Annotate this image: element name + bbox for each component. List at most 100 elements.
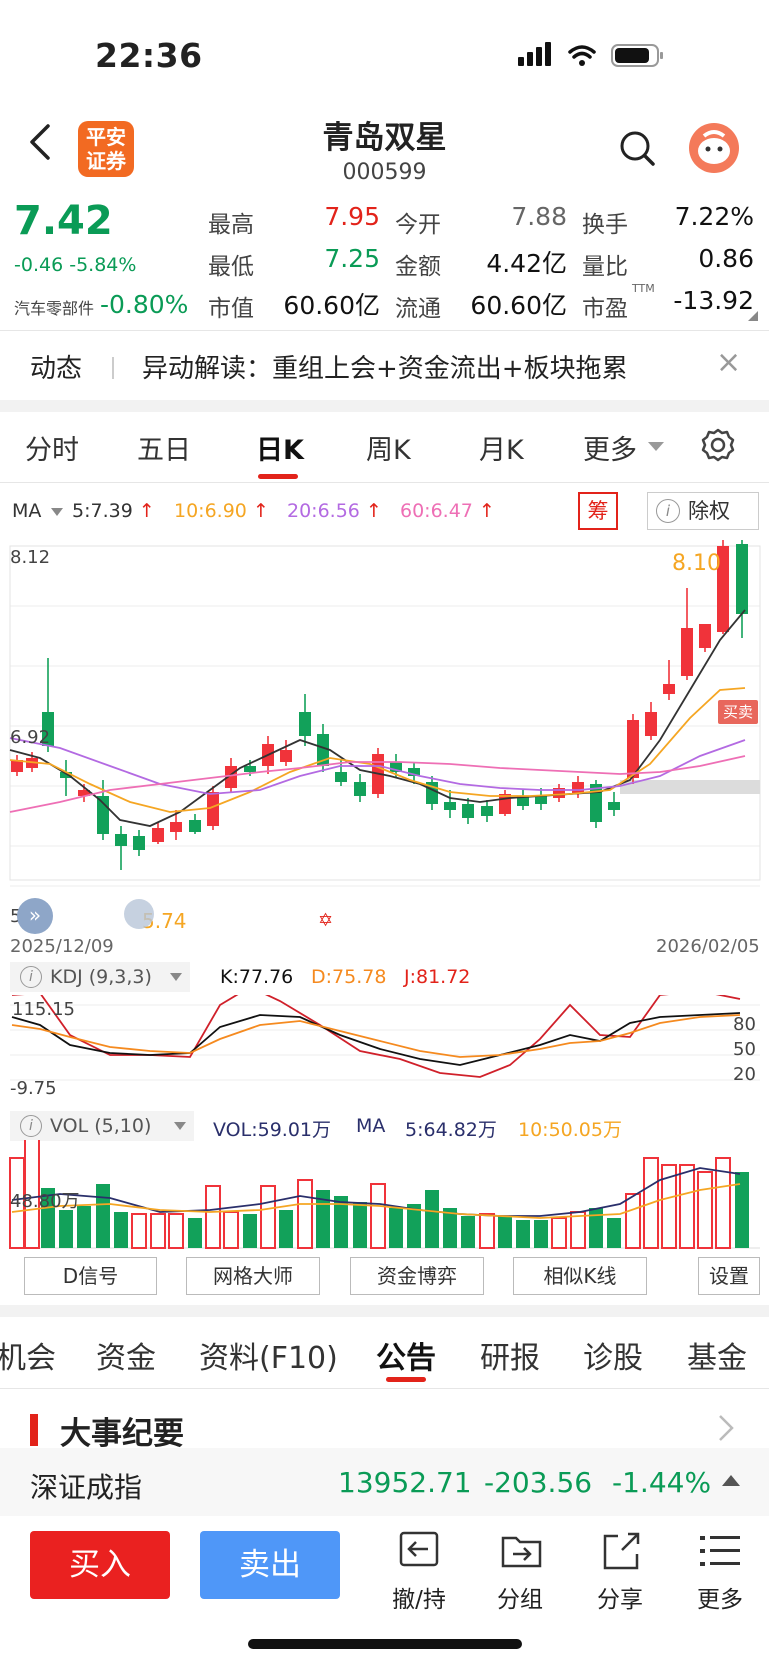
- vol-value: VOL:59.01万: [213, 1119, 331, 1141]
- volume-bar: [59, 1210, 73, 1248]
- tab-research[interactable]: 研报: [480, 1333, 540, 1377]
- kdj-label[interactable]: KDJ (9,3,3): [50, 966, 152, 988]
- kdj-chart[interactable]: [0, 995, 769, 1105]
- float-cap-value: 60.60亿: [470, 291, 567, 320]
- tab-funds[interactable]: 资金: [96, 1333, 156, 1377]
- kdj-k: K:77.76: [220, 966, 294, 988]
- volume-bar: [188, 1218, 202, 1248]
- more-menu-icon[interactable]: [700, 1532, 740, 1570]
- cancel-hold-icon[interactable]: [398, 1530, 442, 1572]
- tab-daily-k[interactable]: 日K: [256, 428, 304, 467]
- index-name[interactable]: 深证成指: [30, 1466, 142, 1506]
- tab-diagnosis[interactable]: 诊股: [583, 1333, 643, 1377]
- buy-button[interactable]: 买入: [30, 1531, 170, 1599]
- index-change-pct: -1.44%: [612, 1466, 712, 1499]
- divider: [0, 330, 769, 331]
- sell-button[interactable]: 卖出: [200, 1531, 340, 1599]
- similar-kline-button[interactable]: 相似K线: [513, 1257, 647, 1295]
- tab-weekly-k[interactable]: 周K: [366, 428, 411, 467]
- d-signal-button[interactable]: D信号: [24, 1257, 157, 1295]
- sector-change[interactable]: -0.80%: [100, 290, 188, 319]
- candle-body: [244, 766, 256, 772]
- volume-bar: [534, 1220, 548, 1248]
- volume-bar: [697, 1171, 713, 1249]
- volume-bar: [570, 1211, 586, 1249]
- star-marker-icon[interactable]: ✡: [318, 910, 333, 931]
- tab-announcements[interactable]: 公告: [376, 1333, 436, 1377]
- share-label[interactable]: 分享: [580, 1580, 660, 1614]
- tab-more[interactable]: 更多: [583, 428, 637, 467]
- volume-chart[interactable]: [0, 1140, 769, 1250]
- chip-distribution-button[interactable]: 筹: [578, 492, 618, 530]
- tab-opportunity[interactable]: 机会: [0, 1333, 56, 1377]
- volume-bar: [223, 1211, 239, 1249]
- expand-left-icon[interactable]: »: [17, 898, 53, 934]
- volume-bar: [353, 1202, 367, 1248]
- share-icon[interactable]: [600, 1530, 644, 1572]
- tab-monthly-k[interactable]: 月K: [479, 428, 524, 467]
- search-icon[interactable]: [617, 128, 657, 168]
- candle-body: [280, 750, 292, 762]
- active-tab-indicator: [386, 1377, 426, 1382]
- expand-corner-icon[interactable]: [748, 311, 758, 321]
- current-price: 7.42: [14, 198, 113, 244]
- cancel-hold-label[interactable]: 撤/持: [379, 1580, 459, 1614]
- divider: [0, 482, 769, 483]
- candle-body: [170, 822, 182, 832]
- buy-sell-tag[interactable]: 买卖: [718, 700, 758, 724]
- settings-button[interactable]: 设置: [698, 1257, 760, 1295]
- candlestick-chart[interactable]: [0, 540, 769, 940]
- active-tab-indicator: [258, 474, 298, 479]
- section-title[interactable]: 大事纪要: [60, 1408, 184, 1453]
- tab-five-day[interactable]: 五日: [137, 428, 191, 467]
- home-indicator[interactable]: [248, 1639, 522, 1649]
- y-axis-mid: 6.92: [10, 727, 51, 748]
- candle-body: [462, 804, 474, 818]
- grid-master-button[interactable]: 网格大师: [186, 1257, 320, 1295]
- section-gap: [0, 400, 769, 412]
- kdj-level-50: 50: [733, 1039, 756, 1060]
- divider: [0, 1388, 769, 1389]
- candle-body: [354, 782, 366, 796]
- volume-bar: [297, 1179, 313, 1249]
- vol-axis-label: 48.80万: [10, 1191, 80, 1212]
- status-icons: [518, 42, 663, 67]
- float-cap-label: 流通: [395, 296, 441, 322]
- close-icon[interactable]: ×: [716, 345, 741, 380]
- fund-game-button[interactable]: 资金博弈: [350, 1257, 484, 1295]
- chevron-down-icon[interactable]: [174, 1122, 186, 1131]
- ma-dropdown-icon[interactable]: [51, 508, 63, 517]
- high-marker-label: 8.10: [672, 551, 721, 576]
- volume-bar: [205, 1185, 221, 1249]
- event-marker-icon[interactable]: [124, 899, 154, 929]
- vol-label[interactable]: VOL (5,10): [50, 1115, 151, 1137]
- signal-icon: [518, 42, 551, 66]
- chevron-right-icon[interactable]: [718, 1414, 734, 1442]
- news-tag[interactable]: 动态: [30, 348, 82, 385]
- volume-bar: [389, 1208, 403, 1248]
- tab-f10[interactable]: 资料(F10): [199, 1333, 338, 1377]
- low-label: 最低: [208, 254, 254, 280]
- chevron-down-icon[interactable]: [170, 973, 182, 982]
- tab-fund[interactable]: 基金: [687, 1333, 747, 1377]
- sector-name[interactable]: 汽车零部件: [14, 295, 94, 319]
- battery-icon: [611, 44, 663, 67]
- news-headline[interactable]: 异动解读：重组上会+资金流出+板块拖累: [142, 348, 628, 385]
- index-change: -203.56: [484, 1466, 593, 1499]
- group-icon[interactable]: [500, 1530, 544, 1572]
- candle-body: [535, 796, 547, 804]
- assistant-avatar-icon[interactable]: [688, 122, 740, 174]
- candle-body: [335, 772, 347, 782]
- more-label[interactable]: 更多: [680, 1580, 760, 1614]
- volume-bar: [516, 1220, 530, 1248]
- candle-body: [681, 628, 693, 676]
- gear-icon[interactable]: [700, 427, 736, 463]
- candle-body: [645, 712, 657, 736]
- tab-intraday[interactable]: 分时: [25, 428, 79, 467]
- status-time: 22:36: [95, 36, 203, 75]
- group-label[interactable]: 分组: [480, 1580, 560, 1614]
- amount-value: 4.42亿: [486, 249, 567, 278]
- ma-label[interactable]: MA: [12, 500, 41, 522]
- volume-bar: [279, 1210, 293, 1248]
- chevron-up-icon[interactable]: [722, 1474, 740, 1487]
